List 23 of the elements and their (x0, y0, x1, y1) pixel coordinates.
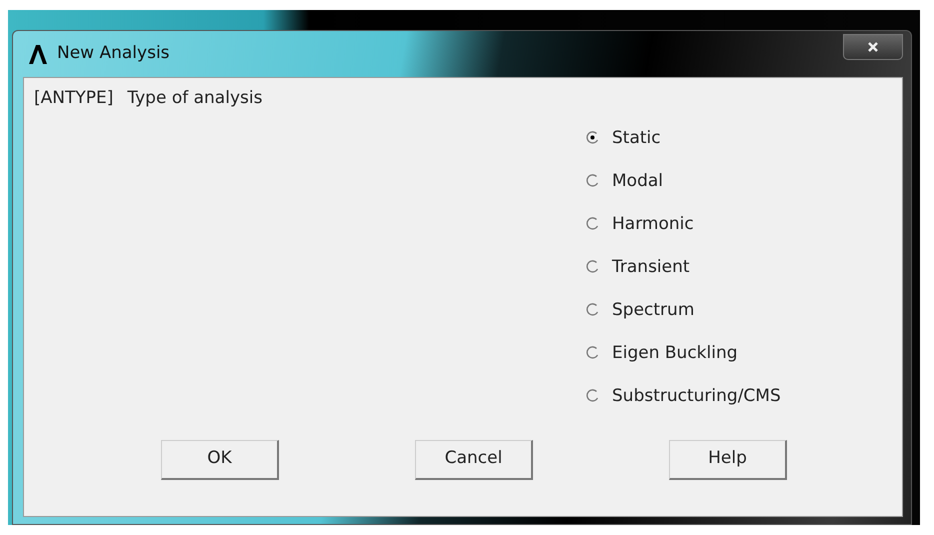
option-label[interactable]: Harmonic (612, 210, 694, 238)
option-label[interactable]: Modal (612, 166, 663, 194)
option-label[interactable]: Eigen Buckling (612, 338, 738, 366)
radio-button[interactable] (586, 260, 599, 273)
radio-button[interactable] (586, 303, 599, 316)
option-label[interactable]: Transient (612, 252, 690, 280)
close-icon (867, 41, 879, 53)
app-logo-icon (27, 43, 49, 65)
radio-button[interactable] (586, 346, 599, 359)
close-button[interactable] (843, 34, 903, 60)
window-title: New Analysis (57, 42, 170, 66)
option-label[interactable]: Spectrum (612, 296, 694, 324)
parameter-code: [ANTYPE] (34, 87, 114, 110)
dialog-button[interactable]: Help (669, 440, 787, 480)
radio-button[interactable] (586, 217, 599, 230)
radio-button[interactable] (586, 389, 599, 402)
radio-button[interactable] (586, 174, 599, 187)
option-label[interactable]: Static (612, 124, 661, 152)
dialog-button[interactable]: Cancel (415, 440, 533, 480)
dialog-button[interactable]: OK (161, 440, 279, 480)
radio-button[interactable] (586, 131, 599, 144)
option-label[interactable]: Substructuring/CMS (612, 382, 781, 410)
prompt-label: Type of analysis (127, 87, 262, 110)
